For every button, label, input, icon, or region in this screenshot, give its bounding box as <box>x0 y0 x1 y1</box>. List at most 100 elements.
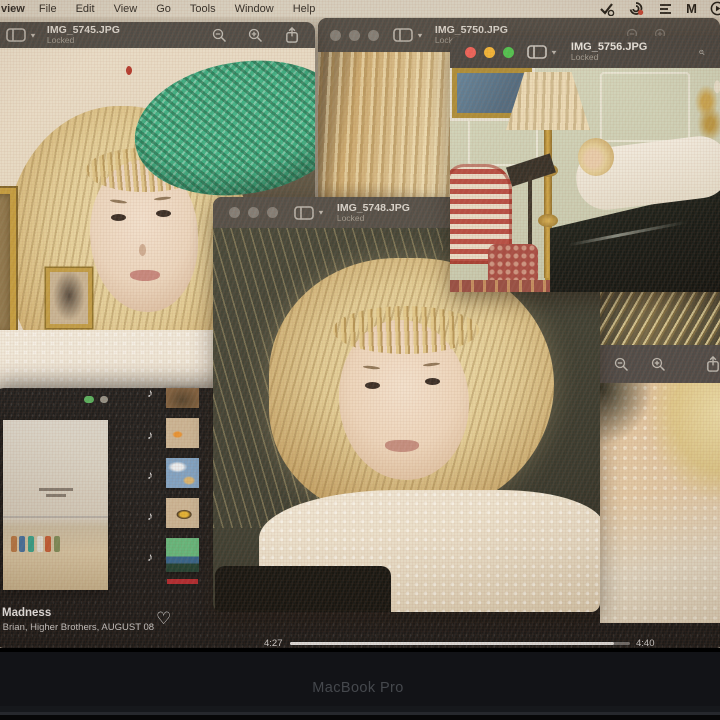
photo-eye <box>156 210 171 217</box>
preview-window-img5756[interactable]: ▼ IMG_5756.JPG Locked <box>450 36 720 292</box>
heart-like-icon[interactable]: ♡ <box>156 609 171 629</box>
photo-small-framed-picture <box>46 268 92 328</box>
album-figure <box>45 536 51 552</box>
progress-fill <box>290 642 614 645</box>
album-figure <box>54 536 60 552</box>
photo-eye <box>425 378 440 385</box>
music-note-icon: ♪ <box>147 428 153 442</box>
photo-eye <box>365 382 380 389</box>
music-note-icon: ♪ <box>147 386 153 400</box>
progress-track[interactable] <box>290 642 630 645</box>
toolbar-bottom-right[interactable] <box>600 345 720 383</box>
menu-file[interactable]: File <box>39 3 57 15</box>
album-figure <box>37 536 43 552</box>
lock-status: Locked <box>337 214 410 223</box>
wall-molding <box>600 72 690 142</box>
sidebar-icon <box>294 206 314 220</box>
sidebar-icon <box>6 28 26 42</box>
play-circle-icon[interactable] <box>710 1 720 16</box>
menu-tools[interactable]: Tools <box>190 3 216 15</box>
zoom-out-icon[interactable] <box>699 45 705 60</box>
lock-status: Locked <box>571 53 647 62</box>
traffic-lights[interactable] <box>465 47 514 58</box>
laptop-bezel: MacBook Pro <box>0 648 720 720</box>
photo-nose <box>139 244 146 256</box>
chevron-down-icon: ▼ <box>550 48 558 55</box>
gray-status-icon <box>100 396 108 403</box>
album-sand <box>3 550 108 590</box>
album-title-text-line <box>39 488 73 491</box>
traffic-lights[interactable] <box>330 30 379 41</box>
photo-lips <box>130 270 160 281</box>
album-subtitle-text-line <box>46 494 66 497</box>
minimize-button[interactable] <box>248 207 259 218</box>
sidebar-toggle[interactable]: ▼ <box>6 28 37 42</box>
menu-view[interactable]: View <box>114 3 138 15</box>
titlebar-img5756[interactable]: ▼ IMG_5756.JPG Locked <box>450 36 720 68</box>
titlebar-img5745[interactable]: ▼ IMG_5745.JPG Locked <box>0 22 315 48</box>
laptop-base <box>0 715 720 720</box>
queue-thumbnail[interactable] <box>166 458 199 488</box>
queue-red-badge <box>167 579 198 584</box>
music-note-icon: ♪ <box>147 509 153 523</box>
music-note-icon: ♪ <box>147 468 153 482</box>
queue-thumbnail[interactable] <box>166 388 199 408</box>
list-lines-icon[interactable] <box>658 2 673 16</box>
photo-img5756-room-scene <box>450 68 720 292</box>
check-pen-icon[interactable] <box>599 2 615 16</box>
sidebar-toggle[interactable]: ▼ <box>393 28 424 42</box>
macbook-pro-label: MacBook Pro <box>0 680 720 696</box>
zoom-out-icon[interactable] <box>212 28 227 43</box>
window-title-group: IMG_5756.JPG Locked <box>571 42 647 62</box>
swirl-badge-icon[interactable] <box>628 1 645 16</box>
share-icon[interactable] <box>706 356 720 372</box>
queue-thumbnail[interactable] <box>166 418 199 448</box>
zoom-in-icon[interactable] <box>651 357 666 372</box>
menu-help[interactable]: Help <box>293 3 316 15</box>
photo-fringe <box>333 306 479 354</box>
photo-hair-strip <box>600 292 720 345</box>
close-button[interactable] <box>330 30 341 41</box>
photo-eye <box>111 214 126 221</box>
menu-bar: view File Edit View Go Tools Window Help… <box>0 0 720 17</box>
chevron-down-icon: ▼ <box>416 31 424 38</box>
share-icon[interactable] <box>285 27 299 43</box>
album-figure <box>11 536 17 552</box>
photo-person-head <box>578 138 614 176</box>
photo-gold-sconce <box>692 72 720 146</box>
music-note-icon: ♪ <box>147 550 153 564</box>
minimize-button[interactable] <box>349 30 360 41</box>
photo-red-hairclip <box>126 66 132 75</box>
album-art-head-in-the-clouds[interactable] <box>3 420 108 590</box>
sidebar-icon <box>393 28 413 42</box>
lock-status: Locked <box>47 36 120 45</box>
close-button[interactable] <box>465 47 476 58</box>
m-logo-icon[interactable]: M <box>686 1 697 16</box>
traffic-lights[interactable] <box>229 207 278 218</box>
photo-profile-portrait <box>600 383 720 623</box>
minimize-button[interactable] <box>484 47 495 58</box>
photo-black-region <box>215 566 391 612</box>
menu-window[interactable]: Window <box>235 3 274 15</box>
menu-edit[interactable]: Edit <box>76 3 95 15</box>
close-button[interactable] <box>229 207 240 218</box>
menu-go[interactable]: Go <box>156 3 171 15</box>
zoom-button[interactable] <box>503 47 514 58</box>
sidebar-toggle[interactable]: ▼ <box>294 206 325 220</box>
album-figure <box>28 536 34 552</box>
window-title-group: IMG_5745.JPG Locked <box>47 25 120 45</box>
zoom-out-icon[interactable] <box>614 357 629 372</box>
track-title: Madness <box>2 607 51 619</box>
preview-window-bottom-right[interactable] <box>600 292 720 623</box>
zoom-button[interactable] <box>267 207 278 218</box>
photo-lips <box>385 440 419 452</box>
menu-app-name[interactable]: view <box>1 3 25 15</box>
queue-thumbnail[interactable] <box>166 498 199 528</box>
zoom-in-icon[interactable] <box>248 28 263 43</box>
laptop-screen: ▼ IMG_5750.JPG Locked ▼ IMG_5745.JPG Loc… <box>0 0 720 650</box>
sidebar-toggle[interactable]: ▼ <box>527 45 558 59</box>
photo-lamp-knob <box>538 214 558 227</box>
window-title: IMG_5748.JPG <box>337 203 410 214</box>
queue-thumbnail[interactable] <box>166 538 199 572</box>
zoom-button[interactable] <box>368 30 379 41</box>
